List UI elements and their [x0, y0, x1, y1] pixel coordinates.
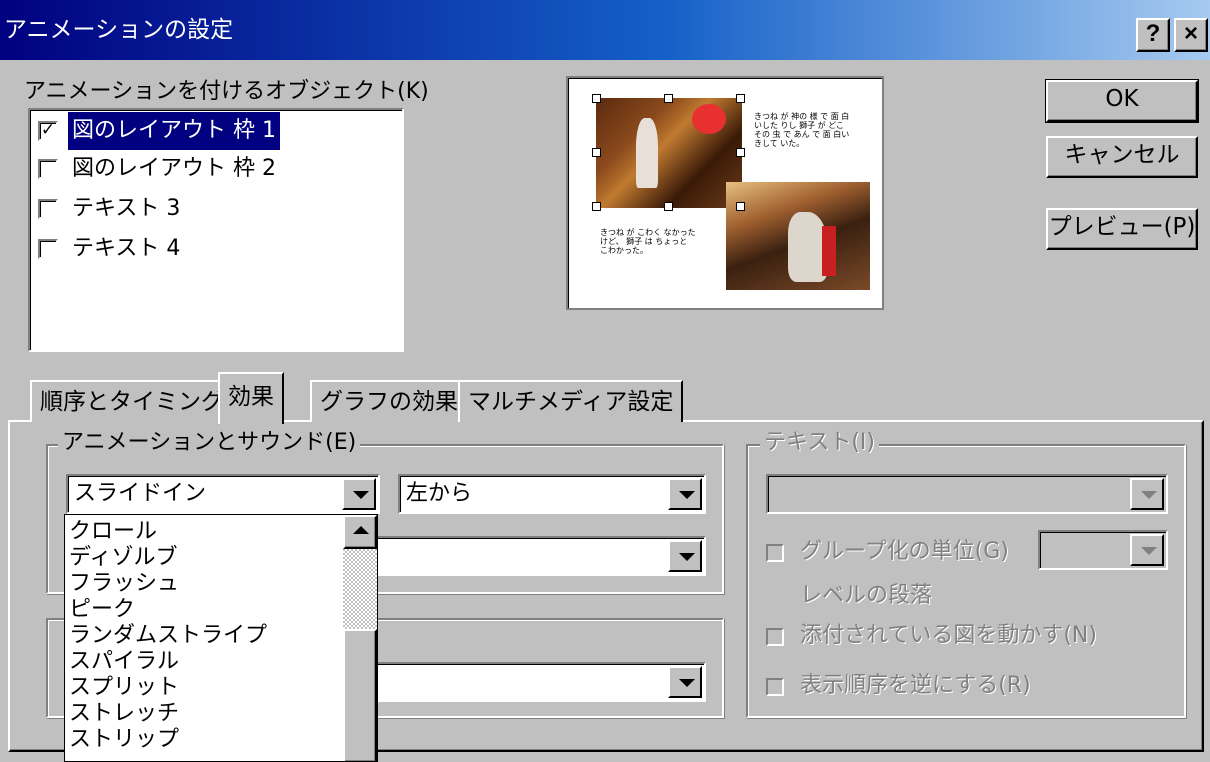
scroll-thumb[interactable]: [343, 629, 377, 761]
effect-option[interactable]: ストリップ: [69, 727, 179, 753]
scroll-track[interactable]: [343, 549, 377, 629]
direction-select-value: 左から: [406, 481, 473, 506]
object-item-2[interactable]: 図のレイアウト 枠 2: [34, 150, 396, 188]
object-item-label: テキスト 4: [72, 236, 181, 261]
chevron-down-icon[interactable]: [1130, 534, 1164, 566]
object-list[interactable]: ✓ 図のレイアウト 枠 1 図のレイアウト 枠 2 テキスト 3 テキスト 4: [28, 108, 404, 352]
tab-multimedia[interactable]: マルチメディア設定: [458, 380, 684, 422]
effect-option[interactable]: ストレッチ: [69, 701, 179, 727]
object-item-4[interactable]: テキスト 4: [34, 230, 396, 268]
animate-attached-label: 添付されている図を動かす(N): [800, 623, 1097, 648]
preview-photo-2: [726, 182, 870, 290]
slide-preview: きつね が 神の 様 で 面 白 いした りし 獅子 が どこ その 虫 で あ…: [566, 76, 884, 310]
effect-select-value: スライドイン: [74, 481, 207, 506]
preview-photo-1: [596, 98, 742, 208]
animation-sound-label: アニメーションとサウンド(E): [58, 430, 361, 456]
direction-select[interactable]: 左から: [398, 474, 706, 514]
object-checkbox-1[interactable]: ✓: [38, 121, 58, 141]
after-animation-select[interactable]: [366, 662, 706, 702]
chevron-down-icon[interactable]: [668, 540, 702, 572]
preview-text-bottom: きつね が こわく なかった けど、 獅子 は ちょっと こわかった。: [600, 228, 696, 255]
help-button[interactable]: ?: [1136, 18, 1170, 52]
object-checkbox-2[interactable]: [38, 159, 58, 179]
chevron-down-icon[interactable]: [668, 666, 702, 698]
effect-option[interactable]: フラッシュ: [69, 571, 179, 597]
object-item-1[interactable]: ✓ 図のレイアウト 枠 1: [34, 112, 396, 150]
preview-button[interactable]: プレビュー(P): [1046, 208, 1198, 250]
object-checkbox-3[interactable]: [38, 199, 58, 219]
effect-option[interactable]: スパイラル: [69, 649, 179, 675]
cancel-button[interactable]: キャンセル: [1046, 136, 1198, 178]
group-by-label: グループ化の単位(G): [800, 539, 1009, 564]
tab-chart-effects[interactable]: グラフの効果: [310, 380, 468, 422]
effect-option[interactable]: ランダムストライプ: [69, 623, 267, 649]
text-group-label: テキスト(I): [760, 430, 879, 456]
object-item-label: 図のレイアウト 枠 2: [72, 156, 276, 181]
reverse-order-checkbox[interactable]: [766, 678, 784, 696]
window-title: アニメーションの設定: [4, 17, 234, 43]
scroll-up-arrow-icon[interactable]: [343, 515, 377, 549]
chevron-down-icon[interactable]: [668, 478, 702, 510]
dropdown-scrollbar[interactable]: [343, 515, 377, 761]
effect-select[interactable]: スライドイン: [66, 474, 380, 514]
close-button[interactable]: ×: [1174, 18, 1208, 52]
ok-button[interactable]: OK: [1046, 80, 1198, 122]
object-item-label: テキスト 3: [72, 196, 181, 221]
object-item-3[interactable]: テキスト 3: [34, 190, 396, 228]
reverse-order-label: 表示順序を逆にする(R): [800, 673, 1031, 698]
tab-effects[interactable]: 効果: [218, 372, 284, 424]
level-paragraph-label: レベルの段落: [800, 583, 933, 608]
title-bar: アニメーションの設定: [0, 0, 1210, 60]
object-list-label: アニメーションを付けるオブジェクト(K): [24, 79, 429, 104]
chevron-down-icon[interactable]: [342, 478, 376, 510]
text-select[interactable]: [766, 474, 1168, 514]
animate-attached-checkbox[interactable]: [766, 628, 784, 646]
group-level-select[interactable]: [1038, 530, 1168, 570]
object-checkbox-4[interactable]: [38, 239, 58, 259]
group-by-checkbox[interactable]: [766, 544, 784, 562]
effect-option[interactable]: クロール: [69, 519, 157, 545]
object-item-label: 図のレイアウト 枠 1: [68, 112, 280, 150]
sound-select[interactable]: [366, 536, 706, 576]
tab-order-timing[interactable]: 順序とタイミング: [30, 380, 234, 422]
chevron-down-icon[interactable]: [1130, 478, 1164, 510]
preview-text-top: きつね が 神の 様 で 面 白 いした りし 獅子 が どこ その 虫 で あ…: [754, 112, 850, 148]
effect-dropdown-list[interactable]: クロール ディゾルブ フラッシュ ピーク ランダムストライプ スパイラル スプリ…: [64, 514, 378, 762]
effect-option[interactable]: ディゾルブ: [69, 545, 177, 571]
effect-option[interactable]: ピーク: [69, 597, 135, 623]
effect-option[interactable]: スプリット: [69, 675, 179, 701]
